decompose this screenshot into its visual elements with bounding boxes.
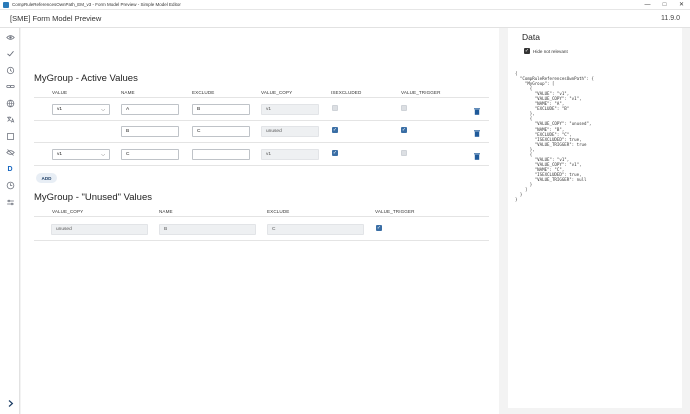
link-icon[interactable] bbox=[4, 80, 16, 92]
chevron-down-icon: ⌵ bbox=[101, 151, 105, 158]
value-copy-field: unused bbox=[51, 224, 148, 235]
expand-icon[interactable] bbox=[4, 397, 16, 409]
exclude-input[interactable]: C bbox=[192, 126, 250, 137]
isexcluded-checkbox: ✓ bbox=[332, 126, 338, 133]
divider bbox=[34, 216, 489, 217]
sidebar: D bbox=[0, 28, 20, 414]
name-field: B bbox=[159, 224, 256, 235]
hide-not-relevant-checkbox[interactable]: ✓ bbox=[524, 48, 530, 54]
value-select[interactable]: v1 ⌵ bbox=[52, 104, 110, 115]
hide-not-relevant-toggle[interactable]: ✓ Hide not relevant bbox=[524, 48, 568, 54]
sliders-icon[interactable] bbox=[4, 196, 16, 208]
square-icon[interactable] bbox=[4, 130, 16, 142]
exclude-input[interactable]: B bbox=[192, 104, 250, 115]
minimize-button[interactable]: — bbox=[639, 0, 656, 10]
column-header: VALUE_COPY bbox=[52, 209, 84, 214]
data-panel: Data ✓ Hide not relevant { "CompRuleRefe… bbox=[508, 28, 682, 408]
value-trigger-checkbox[interactable]: ✓ bbox=[401, 127, 407, 133]
column-header: NAME bbox=[159, 209, 173, 214]
clock-icon[interactable] bbox=[4, 179, 16, 191]
chevron-down-icon: ⌵ bbox=[101, 106, 105, 113]
trash-icon[interactable] bbox=[474, 153, 480, 160]
exclude-field: C bbox=[267, 224, 364, 235]
exclude-input[interactable] bbox=[192, 149, 250, 160]
value-select-text: v1 bbox=[57, 107, 63, 112]
column-header: VALUE_COPY bbox=[261, 90, 293, 95]
check-icon[interactable] bbox=[4, 47, 16, 59]
value-trigger-checkbox bbox=[401, 105, 407, 111]
window-titlebar: CompRuleReferencesOwnPath_EM_v3 - Form M… bbox=[0, 0, 690, 10]
value-copy-field: v1 bbox=[261, 149, 319, 160]
isexcluded-checkbox bbox=[332, 105, 338, 111]
name-input[interactable]: A bbox=[121, 104, 179, 115]
value-trigger-checkbox: ✓ bbox=[376, 224, 382, 231]
history-icon[interactable] bbox=[4, 64, 16, 76]
divider bbox=[34, 120, 489, 121]
trash-icon[interactable] bbox=[474, 130, 480, 137]
window-controls: — □ ✕ bbox=[639, 0, 690, 10]
maximize-button[interactable]: □ bbox=[656, 0, 673, 10]
column-header: VALUE bbox=[52, 90, 68, 95]
value-copy-field: unused bbox=[261, 126, 319, 137]
close-button[interactable]: ✕ bbox=[673, 0, 690, 10]
value-trigger-checkbox bbox=[401, 150, 407, 156]
divider bbox=[34, 97, 489, 98]
value-select[interactable]: v1 ⌵ bbox=[52, 149, 110, 160]
value-copy-field: v1 bbox=[261, 104, 319, 115]
column-header: VALUE_TRIGGER bbox=[401, 90, 441, 95]
divider bbox=[34, 240, 489, 241]
divider bbox=[34, 142, 489, 143]
app-header: [SME] Form Model Preview 11.9.0 bbox=[0, 10, 690, 28]
active-values-title: MyGroup - Active Values bbox=[34, 73, 138, 84]
column-header: NAME bbox=[121, 90, 135, 95]
column-header: EXCLUDE bbox=[192, 90, 215, 95]
divider bbox=[34, 165, 489, 166]
add-button[interactable]: ADD bbox=[36, 173, 57, 183]
eye-icon[interactable] bbox=[4, 31, 16, 43]
app-icon bbox=[3, 1, 9, 8]
isexcluded-checkbox: ✓ bbox=[332, 149, 338, 156]
form-preview-panel: MyGroup - Active Values VALUE NAME EXCLU… bbox=[21, 28, 499, 414]
globe-icon[interactable] bbox=[4, 97, 16, 109]
trash-icon[interactable] bbox=[474, 108, 480, 115]
data-title: Data bbox=[522, 32, 540, 42]
value-select-text: v1 bbox=[57, 152, 63, 157]
column-header: VALUE_TRIGGER bbox=[375, 209, 415, 214]
name-input[interactable]: B bbox=[121, 126, 179, 137]
translate-icon[interactable] bbox=[4, 113, 16, 125]
hide-not-relevant-label: Hide not relevant bbox=[533, 48, 568, 54]
app-title: [SME] Form Model Preview bbox=[10, 14, 102, 23]
d-icon[interactable]: D bbox=[4, 163, 16, 175]
json-output: { "CompRuleReferencesOwnPath": { "MyGrou… bbox=[515, 71, 594, 202]
json-line: "VALUE_COPY": "unused", bbox=[515, 121, 592, 127]
json-line: } bbox=[515, 197, 518, 203]
column-header: EXCLUDE bbox=[267, 209, 290, 214]
column-header: ISEXCLUDED bbox=[331, 90, 362, 95]
window-title: CompRuleReferencesOwnPath_EM_v3 - Form M… bbox=[12, 2, 181, 7]
name-input[interactable]: C bbox=[121, 149, 179, 160]
unused-values-title: MyGroup - "Unused" Values bbox=[34, 192, 152, 203]
hidden-icon[interactable] bbox=[4, 146, 16, 158]
json-line: "VALUE_TRIGGER": true bbox=[515, 141, 587, 147]
app-version: 11.9.0 bbox=[661, 15, 680, 22]
